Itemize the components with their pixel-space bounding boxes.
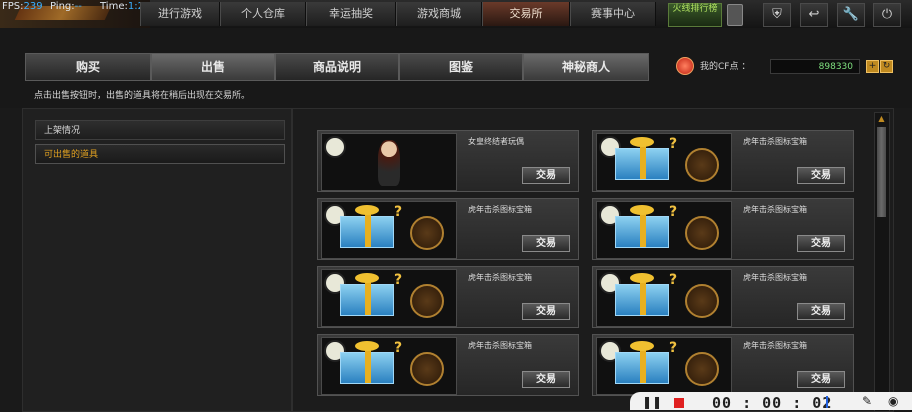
menu-listing-status[interactable]: 上架情况 [35, 120, 285, 140]
treasure-box-image: ? [596, 269, 732, 327]
cf-coin-icon [676, 57, 694, 75]
grid-scrollbar[interactable]: ▲ [874, 112, 890, 412]
tab-exchange[interactable]: 交易所 [482, 2, 570, 26]
tiger-medal-icon [685, 216, 719, 250]
gift-box-icon [615, 341, 669, 384]
tab-play-game[interactable]: 进行游戏 [140, 2, 220, 26]
gift-box-icon [340, 273, 394, 316]
item-name: 虎年击杀图标宝箱 [468, 205, 532, 214]
tab-sell[interactable]: 出售 [151, 53, 275, 81]
gift-box-icon [615, 137, 669, 180]
item-grid: 女皇终结者玩偶 交易? 虎年击杀图标宝箱 交易? 虎年击杀图标宝箱 交易? 虎年击杀图标宝箱… [292, 108, 894, 412]
treasure-box-image: ? [321, 201, 457, 259]
item-name: 虎年击杀图标宝箱 [468, 341, 532, 350]
ranking-badge[interactable]: 火线排行榜 [668, 3, 722, 27]
doll-item-image [321, 133, 457, 191]
tiger-medal-icon [685, 148, 719, 182]
trade-button[interactable]: 交易 [797, 303, 845, 320]
trade-button[interactable]: 交易 [522, 235, 570, 252]
treasure-box-image: ? [596, 201, 732, 259]
recording-time: 00 : 00 : 02 [712, 394, 833, 412]
treasure-box-image: ? [321, 269, 457, 327]
tab-catalog[interactable]: 图鉴 [399, 53, 523, 81]
question-mark-icon: ? [394, 272, 403, 288]
sell-category-panel: 上架情况 可出售的道具 [22, 108, 292, 412]
item-name: 虎年击杀图标宝箱 [743, 205, 807, 214]
tab-item-description[interactable]: 商品说明 [275, 53, 399, 81]
gift-box-icon [340, 205, 394, 248]
tab-mystery-merchant[interactable]: 神秘商人 [523, 53, 649, 81]
wrench-icon[interactable]: 🔧 [837, 3, 865, 27]
trade-button[interactable]: 交易 [522, 167, 570, 184]
treasure-box-image: ? [321, 337, 457, 395]
screen-recorder-bar: ❚❚ 00 : 00 : 02 ✎ ◉ [630, 392, 912, 412]
rarity-icon [324, 136, 346, 158]
item-card[interactable]: ? 虎年击杀图标宝箱交易 [592, 130, 854, 192]
trade-button[interactable]: 交易 [797, 235, 845, 252]
refresh-points-icon[interactable]: ↻ [880, 60, 893, 73]
question-mark-icon: ? [394, 340, 403, 356]
gift-box-icon [615, 205, 669, 248]
shield-icon[interactable]: ⛨ [763, 3, 791, 27]
tab-personal-storage[interactable]: 个人仓库 [220, 2, 306, 26]
menu-sellable-items[interactable]: 可出售的道具 [35, 144, 285, 164]
item-card[interactable]: ? 虎年击杀图标宝箱交易 [317, 198, 579, 260]
trade-button[interactable]: 交易 [522, 303, 570, 320]
back-icon[interactable]: ↩ [800, 3, 828, 27]
ping-label: Ping:-- [50, 1, 82, 12]
question-mark-icon: ? [669, 340, 678, 356]
item-card[interactable]: ? 虎年击杀图标宝箱交易 [317, 266, 579, 328]
tab-game-mall[interactable]: 游戏商城 [396, 2, 482, 26]
pause-icon[interactable]: ❚❚ [642, 396, 662, 408]
power-icon[interactable]: ⏻ [873, 3, 901, 27]
question-mark-icon: ? [669, 136, 678, 152]
item-name: 虎年击杀图标宝箱 [743, 341, 807, 350]
tab-buy[interactable]: 购买 [25, 53, 151, 81]
question-mark-icon: ? [394, 204, 403, 220]
phone-icon[interactable] [727, 4, 743, 26]
tab-lucky-draw[interactable]: 幸运抽奖 [306, 2, 396, 26]
trade-button[interactable]: 交易 [797, 167, 845, 184]
item-name: 虎年击杀图标宝箱 [743, 273, 807, 282]
tab-event-center[interactable]: 赛事中心 [570, 2, 656, 26]
pen-icon[interactable]: ✎ [862, 394, 872, 408]
top-nav-bar: FPS:239 Ping:-- Time:1:27 进行游戏 个人仓库 幸运抽奖… [0, 0, 912, 29]
sell-hint-text: 点击出售按钮时，出售的道具将在稍后出现在交易所。 [34, 91, 251, 101]
add-points-icon[interactable]: + [866, 60, 879, 73]
item-name: 女皇终结者玩偶 [468, 137, 524, 146]
question-mark-icon: ? [669, 204, 678, 220]
item-name: 虎年击杀图标宝箱 [743, 137, 807, 146]
tiger-medal-icon [685, 352, 719, 386]
divider [826, 396, 828, 408]
trade-button[interactable]: 交易 [797, 371, 845, 388]
treasure-box-image: ? [596, 337, 732, 395]
item-card[interactable]: ? 虎年击杀图标宝箱交易 [592, 334, 854, 396]
trade-button[interactable]: 交易 [522, 371, 570, 388]
fps-label: FPS:239 [2, 1, 43, 12]
tiger-medal-icon [685, 284, 719, 318]
tiger-medal-icon [410, 352, 444, 386]
item-card[interactable]: ? 虎年击杀图标宝箱交易 [592, 198, 854, 260]
tiger-medal-icon [410, 216, 444, 250]
item-card[interactable]: ? 虎年击杀图标宝箱交易 [317, 334, 579, 396]
scroll-up-icon[interactable]: ▲ [877, 115, 886, 123]
treasure-box-image: ? [596, 133, 732, 191]
question-mark-icon: ? [669, 272, 678, 288]
item-name: 虎年击杀图标宝箱 [468, 273, 532, 282]
tiger-medal-icon [410, 284, 444, 318]
item-card[interactable]: ? 虎年击杀图标宝箱交易 [592, 266, 854, 328]
gift-box-icon [340, 341, 394, 384]
cf-points-label: 我的CF点 ： [700, 62, 751, 72]
chibi-figure-icon [378, 140, 400, 186]
scroll-thumb[interactable] [877, 127, 886, 217]
gift-box-icon [615, 273, 669, 316]
camera-icon[interactable]: ◉ [888, 394, 898, 408]
cf-points-value: 898330 [770, 59, 860, 74]
stop-icon[interactable] [674, 398, 684, 408]
item-card[interactable]: 女皇终结者玩偶交易 [317, 130, 579, 192]
